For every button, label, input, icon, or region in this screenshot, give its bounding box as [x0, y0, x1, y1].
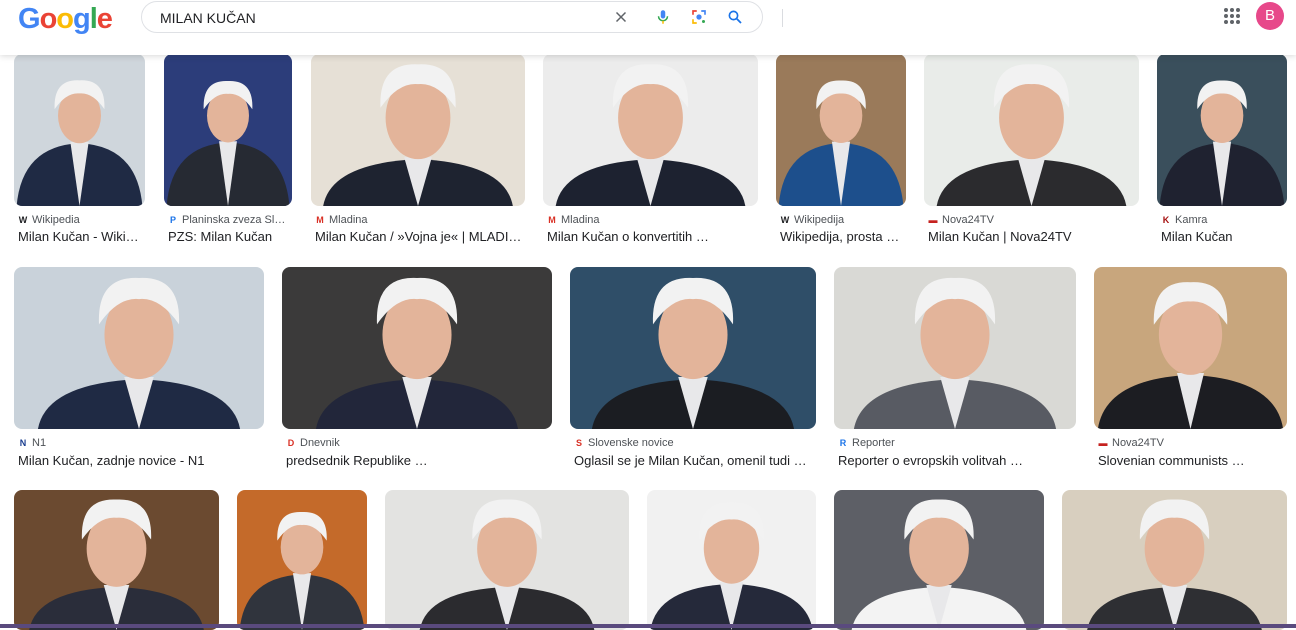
result-source[interactable]: ▬ Nova24TV [928, 214, 994, 226]
site-favicon-icon: R [839, 438, 847, 448]
result-source-label: Slovenske novice [588, 437, 674, 449]
result-source[interactable]: R Reporter [838, 437, 895, 449]
result-source-label: Kamra [1175, 214, 1208, 226]
search-box [141, 1, 783, 33]
result-source-label: Mladina [561, 214, 600, 226]
site-favicon-icon: ▬ [928, 215, 938, 225]
result-source-label: Wikipedia [32, 214, 80, 226]
search-icon[interactable] [726, 8, 744, 26]
result-thumbnail[interactable] [570, 267, 816, 429]
result-thumbnail[interactable] [164, 54, 292, 206]
site-favicon-icon: ▬ [1098, 438, 1108, 448]
result-thumbnail[interactable] [543, 54, 758, 206]
result-thumbnail[interactable] [647, 490, 816, 630]
result-thumbnail[interactable] [1062, 490, 1287, 630]
result-thumbnail[interactable] [237, 490, 367, 630]
result-thumbnail[interactable] [834, 490, 1044, 630]
result-source-label: Reporter [852, 437, 895, 449]
result-title[interactable]: Wikipedija, prosta … [780, 229, 930, 244]
site-favicon-icon: W [18, 215, 28, 225]
result-source[interactable]: P Planinska zveza Sl… [168, 214, 285, 226]
lens-search-icon[interactable] [690, 8, 708, 26]
result-source[interactable]: M Mladina [547, 214, 600, 226]
result-source-label: Dnevnik [300, 437, 340, 449]
search-divider [782, 9, 783, 27]
result-source-label: Planinska zveza Sl… [182, 214, 286, 226]
clear-icon[interactable] [612, 8, 630, 26]
google-logo[interactable]: Google [18, 3, 113, 36]
search-input[interactable] [158, 7, 602, 29]
apps-grid-icon[interactable] [1222, 6, 1242, 26]
result-source[interactable]: ▬ Nova24TV [1098, 437, 1164, 449]
site-favicon-icon: N [19, 438, 27, 448]
result-source[interactable]: K Kamra [1161, 214, 1208, 226]
result-thumbnail[interactable] [14, 490, 219, 630]
result-title[interactable]: Milan Kučan o konvertitih … [547, 229, 782, 244]
result-source-label: Wikipedija [794, 214, 845, 226]
result-source[interactable]: M Mladina [315, 214, 368, 226]
result-title[interactable]: Reporter o evropskih volitvah … [838, 453, 1100, 468]
site-favicon-icon: M [316, 215, 324, 225]
result-thumbnail[interactable] [385, 490, 629, 630]
top-header: Google B [0, 0, 1296, 55]
result-source-label: Nova24TV [1112, 437, 1164, 449]
site-favicon-icon: M [548, 215, 556, 225]
result-title[interactable]: Milan Kučan, zadnje novice - N1 [18, 453, 288, 468]
result-title[interactable]: Oglasil se je Milan Kučan, omenil tudi … [574, 453, 840, 468]
result-thumbnail[interactable] [776, 54, 906, 206]
result-thumbnail[interactable] [14, 267, 264, 429]
result-title[interactable]: Milan Kučan / »Vojna je« | MLADI… [315, 229, 549, 244]
result-source[interactable]: S Slovenske novice [574, 437, 674, 449]
result-title[interactable]: Milan Kučan | Nova24TV [928, 229, 1163, 244]
site-favicon-icon: P [169, 215, 176, 225]
result-source[interactable]: N N1 [18, 437, 46, 449]
site-favicon-icon: K [1162, 215, 1170, 225]
site-favicon-icon: D [287, 438, 295, 448]
site-favicon-icon: S [575, 438, 582, 448]
result-thumbnail[interactable] [1157, 54, 1287, 206]
account-avatar[interactable]: B [1256, 2, 1284, 30]
voice-search-icon[interactable] [654, 8, 672, 26]
result-source-label: Nova24TV [942, 214, 994, 226]
result-thumbnail[interactable] [282, 267, 552, 429]
result-title[interactable]: Milan Kučan - Wiki… [18, 229, 169, 244]
result-source[interactable]: W Wikipedia [18, 214, 80, 226]
result-source-label: N1 [32, 437, 47, 449]
result-source[interactable]: W Wikipedija [780, 214, 844, 226]
result-title[interactable]: predsednik Republike … [286, 453, 576, 468]
result-source-label: Mladina [329, 214, 368, 226]
result-thumbnail[interactable] [1094, 267, 1287, 429]
result-thumbnail[interactable] [834, 267, 1076, 429]
result-thumbnail[interactable] [14, 54, 145, 206]
result-title[interactable]: PZS: Milan Kučan [168, 229, 316, 244]
site-favicon-icon: W [780, 215, 790, 225]
result-title[interactable]: Slovenian communists … [1098, 453, 1296, 468]
result-source[interactable]: D Dnevnik [286, 437, 340, 449]
result-thumbnail[interactable] [311, 54, 525, 206]
bottom-scroll-bar [0, 624, 1296, 628]
result-title[interactable]: Milan Kučan [1161, 229, 1296, 244]
result-thumbnail[interactable] [924, 54, 1139, 206]
